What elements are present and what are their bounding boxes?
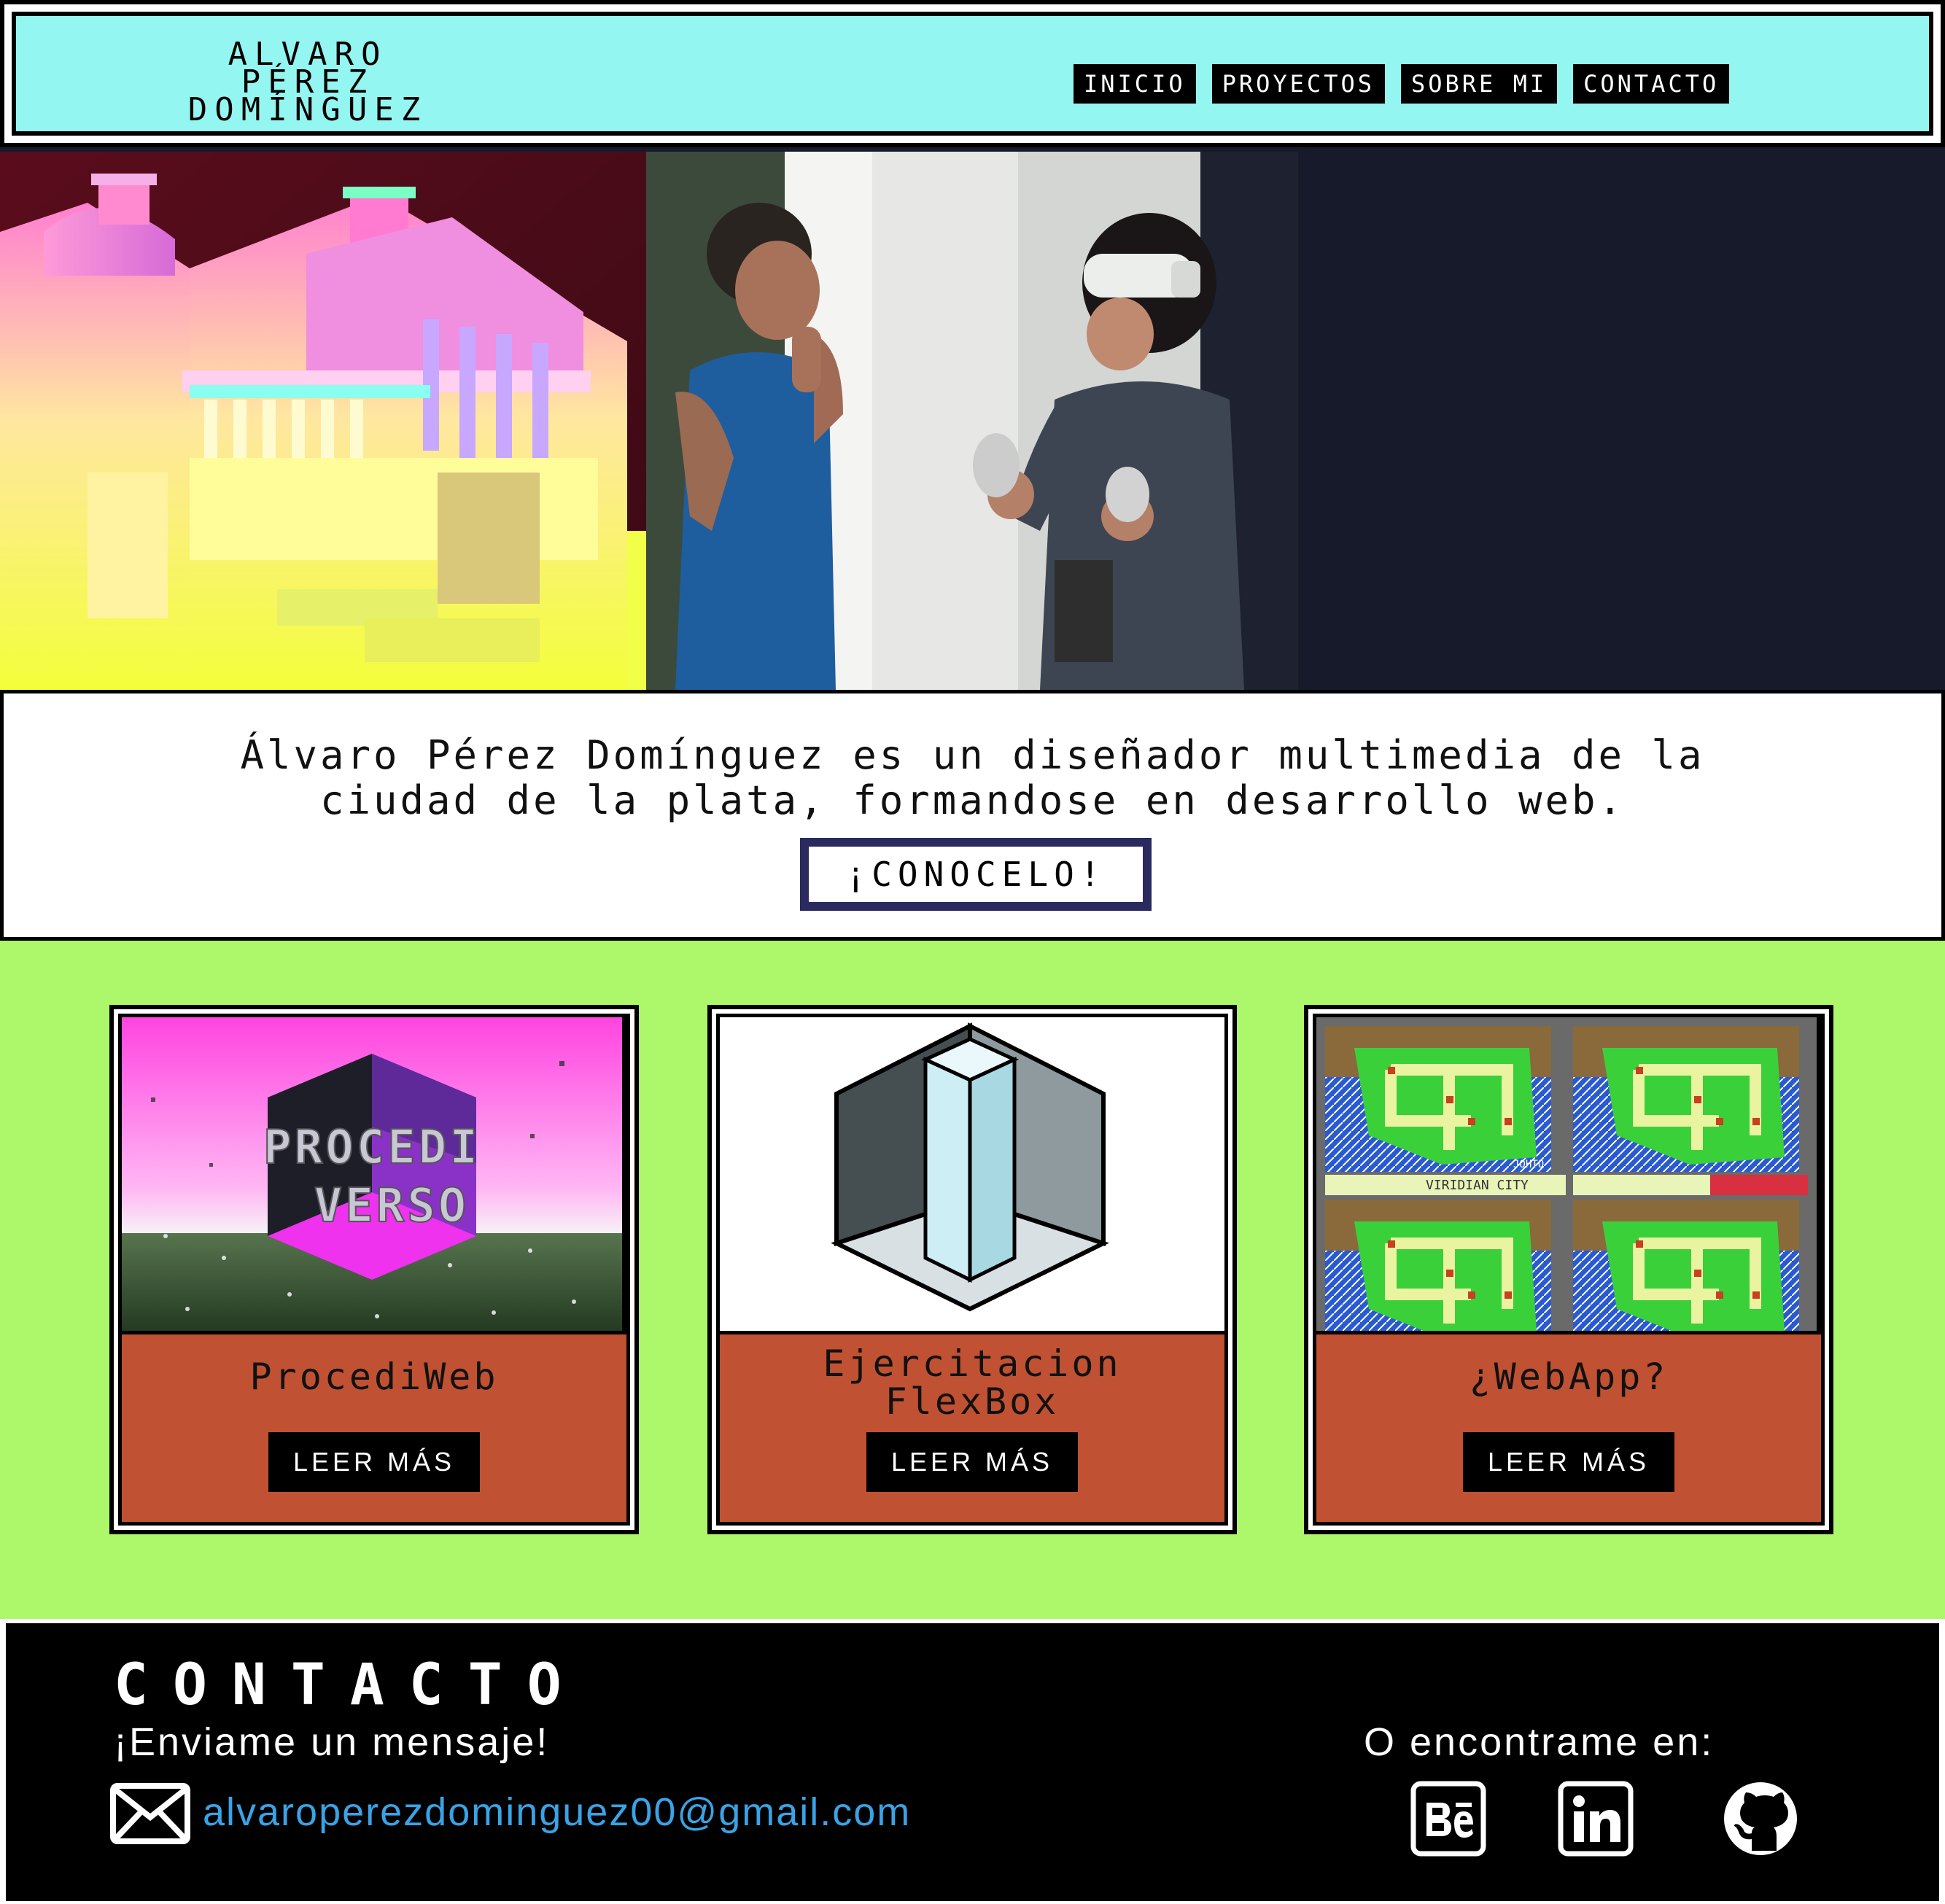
contact-title: CONTACTO (114, 1652, 586, 1718)
site-logo[interactable]: ALVARO PÉREZ DOMÍNGUEZ (118, 39, 497, 128)
procediverso-text-1: PROCEDI (263, 1121, 481, 1175)
procediweb-read-more-button[interactable]: LEER MÁS (268, 1432, 480, 1492)
flexbox-title-line-1: Ejercitacion (823, 1342, 1122, 1385)
procediweb-thumbnail: PROCEDI VERSO (122, 1017, 626, 1331)
procediweb-body: ProcediWeb LEER MÁS (122, 1334, 626, 1522)
project-card-webapp[interactable]: VIRIDIAN CITY JOHTO ¿WebApp? LEER MÁS (1304, 1005, 1833, 1534)
procediverso-text-2: VERSO (314, 1179, 470, 1233)
flexbox-body: Ejercitacion FlexBox LEER MÁS (720, 1334, 1224, 1522)
find-me-label: O encontrame en: (1364, 1720, 1715, 1764)
conocelo-label: ¡CONOCELO! (806, 844, 1146, 905)
nav-sobre-mi[interactable]: SOBRE MI (1400, 64, 1558, 104)
hero-image-building (0, 152, 646, 690)
flexbox-thumbnail (720, 1017, 1224, 1331)
webapp-title: ¿WebApp? (1469, 1356, 1669, 1398)
webapp-thumbnail: VIRIDIAN CITY JOHTO (1316, 1017, 1821, 1331)
contact-footer: CONTACTO ¡Enviame un mensaje! O encontra… (0, 1619, 1945, 1904)
intro-description: Álvaro Pérez Domínguez es un diseñador m… (62, 733, 1883, 823)
project-card-procediweb[interactable]: PROCEDI VERSO ProcediWeb LEER MÁS (109, 1005, 639, 1534)
johto-label: JOHTO (1513, 1159, 1544, 1170)
site-header: ALVARO PÉREZ DOMÍNGUEZ INICIO PROYECTOS … (0, 0, 1945, 147)
flexbox-title-line-2: FlexBox (885, 1380, 1060, 1423)
contact-message: ¡Enviame un mensaje! (114, 1720, 550, 1764)
hero-banner (0, 147, 1945, 690)
main-nav: INICIO PROYECTOS SOBRE MI CONTACTO (1074, 64, 1730, 104)
logo-line-3: DOMÍNGUEZ (187, 91, 428, 128)
conocelo-button[interactable]: ¡CONOCELO! (800, 838, 1152, 911)
nav-contacto[interactable]: CONTACTO (1573, 64, 1730, 104)
hero-photo-vr (646, 152, 1298, 690)
header-panel: ALVARO PÉREZ DOMÍNGUEZ INICIO PROYECTOS … (12, 12, 1933, 136)
mail-icon[interactable] (109, 1782, 191, 1845)
github-icon[interactable] (1723, 1781, 1798, 1857)
email-link[interactable]: alvaroperezdominguez00@gmail.com (203, 1790, 911, 1835)
nav-proyectos[interactable]: PROYECTOS (1211, 64, 1385, 104)
webapp-body: ¿WebApp? LEER MÁS (1316, 1334, 1821, 1522)
flexbox-title: Ejercitacion FlexBox (720, 1345, 1224, 1421)
procediweb-title: ProcediWeb (249, 1356, 499, 1398)
footer-panel: CONTACTO ¡Enviame un mensaje! O encontra… (6, 1623, 1939, 1901)
webapp-read-more-button[interactable]: LEER MÁS (1463, 1432, 1674, 1492)
nav-inicio[interactable]: INICIO (1074, 64, 1196, 104)
project-card-flexbox[interactable]: Ejercitacion FlexBox LEER MÁS (707, 1005, 1237, 1534)
behance-icon[interactable] (1410, 1781, 1486, 1857)
intro-section: Álvaro Pérez Domínguez es un diseñador m… (0, 690, 1945, 941)
viridian-city-label: VIRIDIAN CITY (1426, 1178, 1529, 1193)
projects-section: PROCEDI VERSO ProcediWeb LEER MÁS Ejerci… (0, 941, 1945, 1619)
linkedin-icon[interactable] (1558, 1781, 1634, 1857)
intro-line-2: ciudad de la plata, formandose en desarr… (319, 777, 1626, 823)
flexbox-read-more-button[interactable]: LEER MÁS (866, 1432, 1078, 1492)
intro-line-1: Álvaro Pérez Domínguez es un diseñador m… (240, 732, 1705, 778)
